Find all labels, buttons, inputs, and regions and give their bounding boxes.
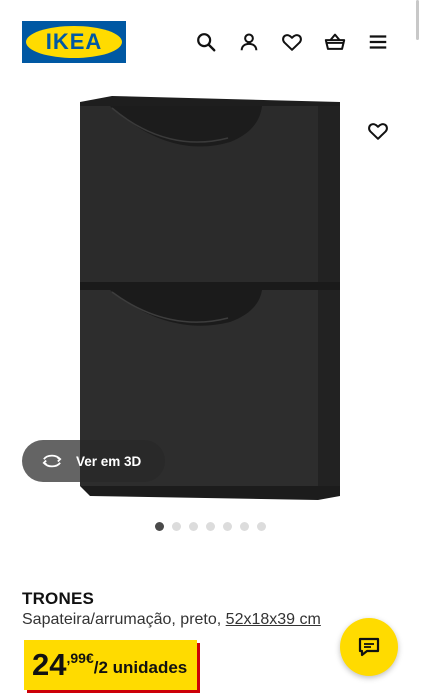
rotate-3d-icon	[40, 451, 64, 471]
gallery-pagination	[155, 522, 266, 531]
view-in-3d-label: Ver em 3D	[76, 453, 142, 469]
price-tag: 24 ,99€ /2 unidades	[24, 640, 198, 690]
product-name: TRONES	[22, 589, 95, 608]
scrollbar[interactable]	[416, 0, 419, 40]
user-icon[interactable]	[238, 31, 260, 53]
search-icon[interactable]	[195, 31, 217, 53]
product-dimensions-link[interactable]: 52x18x39 cm	[226, 611, 321, 628]
basket-icon[interactable]	[324, 31, 346, 53]
logo-text: IKEA	[45, 29, 103, 54]
menu-icon[interactable]	[367, 31, 389, 53]
gallery-dot[interactable]	[257, 522, 266, 531]
header: IKEA	[0, 0, 421, 82]
gallery-dot[interactable]	[223, 522, 232, 531]
ikea-logo[interactable]: IKEA	[22, 21, 126, 63]
product-type: Sapateira/arrumação, preto,	[22, 611, 222, 628]
gallery-dot[interactable]	[172, 522, 181, 531]
price-unit: /2 unidades	[93, 658, 188, 677]
gallery-dot[interactable]	[206, 522, 215, 531]
chat-icon	[358, 637, 380, 657]
price-decimal: ,99€	[66, 650, 94, 666]
price-integer: 24	[32, 647, 67, 682]
add-to-wishlist-button[interactable]	[364, 117, 392, 145]
gallery-dot[interactable]	[189, 522, 198, 531]
heart-outline-icon	[368, 123, 388, 140]
view-in-3d-button[interactable]: Ver em 3D	[22, 440, 165, 482]
product-description: Sapateira/arrumação, preto, 52x18x39 cm	[22, 611, 321, 629]
heart-icon[interactable]	[281, 31, 303, 53]
logo-oval: IKEA	[26, 26, 122, 58]
gallery-dot[interactable]	[155, 522, 164, 531]
chat-button[interactable]	[340, 618, 398, 676]
gallery-dot[interactable]	[240, 522, 249, 531]
